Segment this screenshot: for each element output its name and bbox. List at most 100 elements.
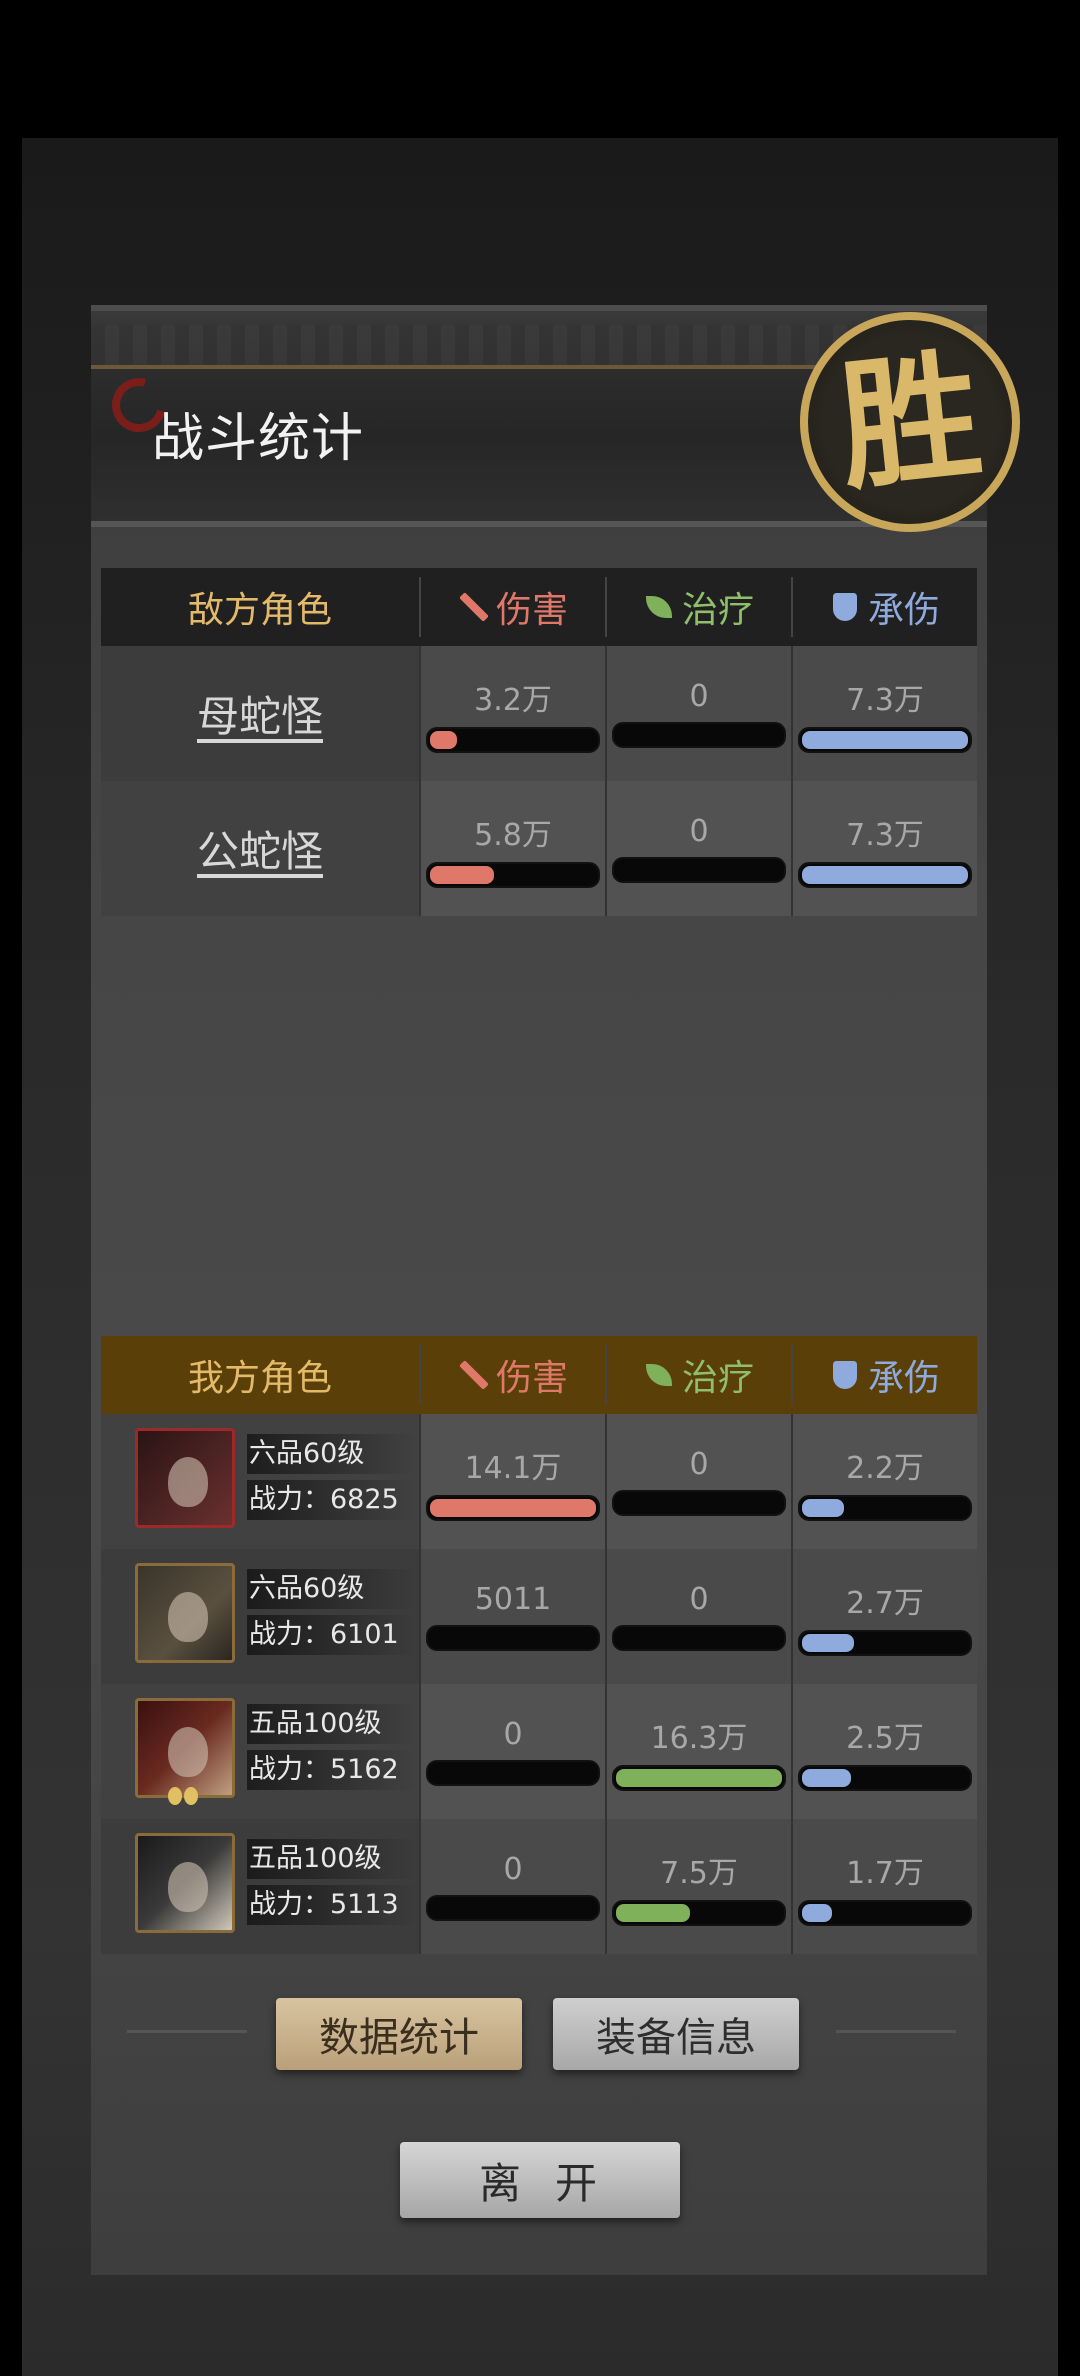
ally-info: 六品60级 战力：6101 — [247, 1569, 417, 1655]
col-heal-label: 治疗 — [681, 590, 754, 631]
taken-bar — [798, 1629, 972, 1656]
stat-damage: 0 — [419, 1819, 605, 1954]
power-label: 战力： — [249, 1889, 330, 1920]
enemy-name-link[interactable]: 公蛇怪 — [197, 818, 323, 879]
damage-value: 5011 — [474, 1582, 552, 1617]
bottom-tabs: 数据统计 装备信息 — [101, 1990, 977, 2070]
ally-row: 五品100级 战力：5113 0 7.5万 1.7万 — [101, 1819, 977, 1954]
stat-damage: 3.2万 — [419, 646, 605, 781]
heal-bar — [612, 1625, 786, 1651]
avatar[interactable] — [135, 1428, 235, 1528]
power-value: 5162 — [330, 1754, 399, 1785]
ally-stats: 14.1万 0 2.2万 — [419, 1414, 977, 1549]
avatar[interactable] — [135, 1563, 235, 1663]
ally-power: 战力：6101 — [247, 1615, 417, 1655]
damage-bar — [426, 861, 600, 888]
stat-damage: 0 — [419, 1684, 605, 1819]
ally-header-label: 我方角色 — [187, 1358, 332, 1399]
damage-value: 3.2万 — [474, 682, 552, 718]
taken-bar-fill — [802, 730, 968, 749]
damage-bar-fill — [430, 1498, 596, 1517]
stat-taken: 2.2万 — [791, 1414, 977, 1549]
damage-bar-fill — [430, 730, 457, 749]
ally-info: 六品60级 战力：6825 — [247, 1434, 417, 1520]
heal-value: 0 — [689, 679, 709, 714]
col-heal: 治疗 — [605, 1345, 791, 1405]
stat-heal: 16.3万 — [605, 1684, 791, 1819]
portrait-face — [168, 1727, 208, 1777]
ally-level: 六品60级 — [247, 1569, 417, 1609]
enemy-header-label: 敌方角色 — [187, 590, 332, 631]
enemy-name-cell: 公蛇怪 — [101, 781, 419, 916]
ally-power: 战力：5113 — [247, 1885, 417, 1925]
damage-bar — [426, 726, 600, 753]
ally-info-cell: 五品100级 战力：5113 — [101, 1819, 419, 1954]
damage-value: 0 — [503, 1717, 523, 1752]
power-value: 6825 — [330, 1484, 399, 1515]
col-damage-label: 伤害 — [495, 590, 568, 631]
tab-divider-right — [836, 2030, 956, 2033]
heal-bar — [612, 722, 786, 748]
col-taken-label: 承伤 — [867, 590, 940, 631]
stat-taken: 1.7万 — [791, 1819, 977, 1954]
taken-bar-fill — [802, 1768, 851, 1787]
portrait-face — [168, 1457, 208, 1507]
taken-bar-fill — [802, 1903, 832, 1922]
taken-bar — [798, 1494, 972, 1521]
ally-row: 六品60级 战力：6101 5011 0 2.7万 — [101, 1549, 977, 1684]
taken-bar-fill — [802, 1498, 844, 1517]
stat-damage: 14.1万 — [419, 1414, 605, 1549]
ally-info: 五品100级 战力：5162 — [247, 1704, 417, 1790]
taken-bar — [798, 1899, 972, 1926]
taken-bar — [798, 726, 972, 753]
portrait-face — [168, 1862, 208, 1912]
ally-info: 五品100级 战力：5113 — [247, 1839, 417, 1925]
gem-icon — [168, 1787, 182, 1805]
enemy-row: 母蛇怪 3.2万 0 7.3万 — [101, 646, 977, 781]
power-value: 6101 — [330, 1619, 399, 1650]
taken-value: 7.3万 — [846, 817, 924, 853]
shield-icon — [830, 592, 860, 622]
damage-bar-fill — [430, 865, 494, 884]
tab-divider-left — [127, 2030, 247, 2033]
ally-level: 五品100级 — [247, 1839, 417, 1879]
heal-value: 0 — [689, 1447, 709, 1482]
ally-info-cell: 五品100级 战力：5162 — [101, 1684, 419, 1819]
enemy-name-cell: 母蛇怪 — [101, 646, 419, 781]
heal-bar-fill — [616, 1768, 782, 1787]
victory-seal: 胜 — [800, 312, 1020, 532]
avatar[interactable] — [135, 1833, 235, 1933]
taken-bar — [798, 861, 972, 888]
damage-bar — [426, 1494, 600, 1521]
damage-value: 0 — [503, 1852, 523, 1887]
sword-icon — [458, 592, 488, 622]
sword-icon — [458, 1360, 488, 1390]
ally-table-header: 我方角色 伤害 治疗 承伤 — [101, 1336, 977, 1414]
col-heal: 治疗 — [605, 577, 791, 637]
ally-level: 五品100级 — [247, 1704, 417, 1744]
taken-value: 2.5万 — [846, 1720, 924, 1756]
ally-stats: 0 7.5万 1.7万 — [419, 1819, 977, 1954]
leave-button[interactable]: 离开 — [400, 2142, 680, 2218]
ally-row: 五品100级 战力：5162 0 16.3万 2.5万 — [101, 1684, 977, 1819]
tab-data-stats[interactable]: 数据统计 — [276, 1998, 522, 2070]
power-label: 战力： — [249, 1484, 330, 1515]
damage-bar — [426, 1625, 600, 1651]
heal-bar — [612, 1899, 786, 1926]
col-taken: 承伤 — [791, 577, 977, 637]
enemy-name-link[interactable]: 母蛇怪 — [197, 683, 323, 744]
ally-info-cell: 六品60级 战力：6825 — [101, 1414, 419, 1549]
taken-bar-fill — [802, 865, 968, 884]
enemy-rows: 母蛇怪 3.2万 0 7.3万 公蛇怪 5.8万 0 7.3万 — [101, 646, 977, 916]
page-title: 战斗统计 — [152, 409, 365, 469]
col-damage-label: 伤害 — [495, 1358, 568, 1399]
heal-bar — [612, 857, 786, 883]
leaf-icon — [644, 592, 674, 622]
ally-power: 战力：6825 — [247, 1480, 417, 1520]
stat-damage: 5011 — [419, 1549, 605, 1684]
tab-equipment-info[interactable]: 装备信息 — [553, 1998, 799, 2070]
damage-bar — [426, 1895, 600, 1921]
damage-bar — [426, 1760, 600, 1786]
avatar[interactable] — [135, 1698, 235, 1805]
enemy-stats: 3.2万 0 7.3万 — [419, 646, 977, 781]
